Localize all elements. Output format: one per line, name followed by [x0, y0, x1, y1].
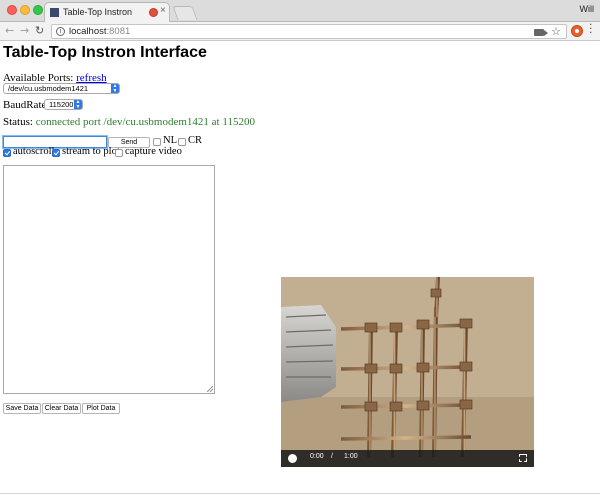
- back-arrow-icon[interactable]: ←: [5, 24, 14, 37]
- video-controls: 0:00 / 1:00: [281, 450, 534, 467]
- window-close-button[interactable]: [7, 5, 17, 15]
- select-arrows-icon: ▲ ▼: [74, 99, 82, 110]
- extension-icon[interactable]: [571, 25, 583, 37]
- duration: 1:00: [344, 453, 358, 460]
- address-bar[interactable]: i localhost:8081 ☆: [51, 24, 567, 39]
- nl-checkbox[interactable]: [153, 138, 161, 146]
- autoscroll-label: autoscroll: [13, 146, 55, 157]
- port-select[interactable]: /dev/cu.usbmodem1421 ▲ ▼: [3, 83, 120, 94]
- browser-toolbar: ← → ↻ i localhost:8081 ☆: [0, 22, 600, 41]
- footer-divider: [0, 493, 600, 494]
- recording-indicator-icon: [149, 8, 158, 17]
- baud-row: BaudRate:: [3, 99, 49, 111]
- status-label: Status:: [3, 116, 33, 128]
- serial-log-textarea[interactable]: [3, 165, 215, 394]
- url-text[interactable]: localhost:8081: [69, 26, 130, 37]
- cr-label: CR: [188, 135, 203, 146]
- window-minimize-button[interactable]: [20, 5, 30, 15]
- plot-data-button[interactable]: Plot Data: [82, 403, 120, 414]
- forward-arrow-icon[interactable]: →: [20, 24, 29, 37]
- url-port: :8081: [106, 26, 131, 37]
- reload-icon[interactable]: ↻: [35, 24, 44, 37]
- video-player[interactable]: 0:00 / 1:00: [281, 277, 534, 467]
- tab-title: Table-Top Instron: [63, 7, 133, 17]
- baud-select-value: 115200: [49, 100, 74, 109]
- new-tab-button[interactable]: [172, 6, 198, 20]
- url-host: localhost: [69, 26, 107, 37]
- favicon-grid-icon: [50, 8, 59, 17]
- clear-data-button[interactable]: Clear Data: [42, 403, 81, 414]
- baud-label: BaudRate:: [3, 99, 50, 111]
- stream-to-plot-label: stream to plot: [62, 146, 120, 157]
- baud-select[interactable]: 115200 ▲ ▼: [44, 99, 83, 110]
- page-content: Table-Top Instron Interface Available Po…: [0, 41, 600, 497]
- status-row: Status: connected port /dev/cu.usbmodem1…: [3, 116, 255, 128]
- browser-tab[interactable]: Table-Top Instron ×: [44, 2, 170, 22]
- info-icon[interactable]: i: [56, 27, 65, 36]
- select-arrows-icon: ▲ ▼: [111, 83, 119, 94]
- autoscroll-checkbox[interactable]: [3, 149, 11, 157]
- page-title: Table-Top Instron Interface: [3, 44, 207, 61]
- status-value: connected port /dev/cu.usbmodem1421 at 1…: [35, 116, 255, 128]
- save-data-button[interactable]: Save Data: [3, 403, 41, 414]
- scrubber-knob-icon[interactable]: [288, 454, 297, 463]
- camera-icon[interactable]: [534, 29, 548, 36]
- stream-to-plot-checkbox[interactable]: [52, 149, 60, 157]
- fullscreen-icon[interactable]: [519, 454, 527, 462]
- window-zoom-button[interactable]: [33, 5, 43, 15]
- resize-grip-icon[interactable]: [207, 386, 213, 392]
- port-select-value: /dev/cu.usbmodem1421: [8, 84, 89, 93]
- time-separator: /: [331, 453, 333, 460]
- cr-checkbox[interactable]: [178, 138, 186, 146]
- video-frame-lattice: [281, 277, 534, 467]
- capture-video-checkbox[interactable]: [115, 149, 123, 157]
- profile-name[interactable]: Will: [580, 4, 595, 14]
- browser-tab-bar: Table-Top Instron × Will: [0, 0, 600, 22]
- menu-dots-icon[interactable]: · · ·: [589, 19, 593, 38]
- star-icon[interactable]: ☆: [551, 25, 561, 38]
- nl-label: NL: [163, 135, 177, 146]
- tab-close-icon[interactable]: ×: [160, 5, 166, 16]
- capture-video-label: capture video: [125, 146, 182, 157]
- current-time: 0:00: [310, 453, 324, 460]
